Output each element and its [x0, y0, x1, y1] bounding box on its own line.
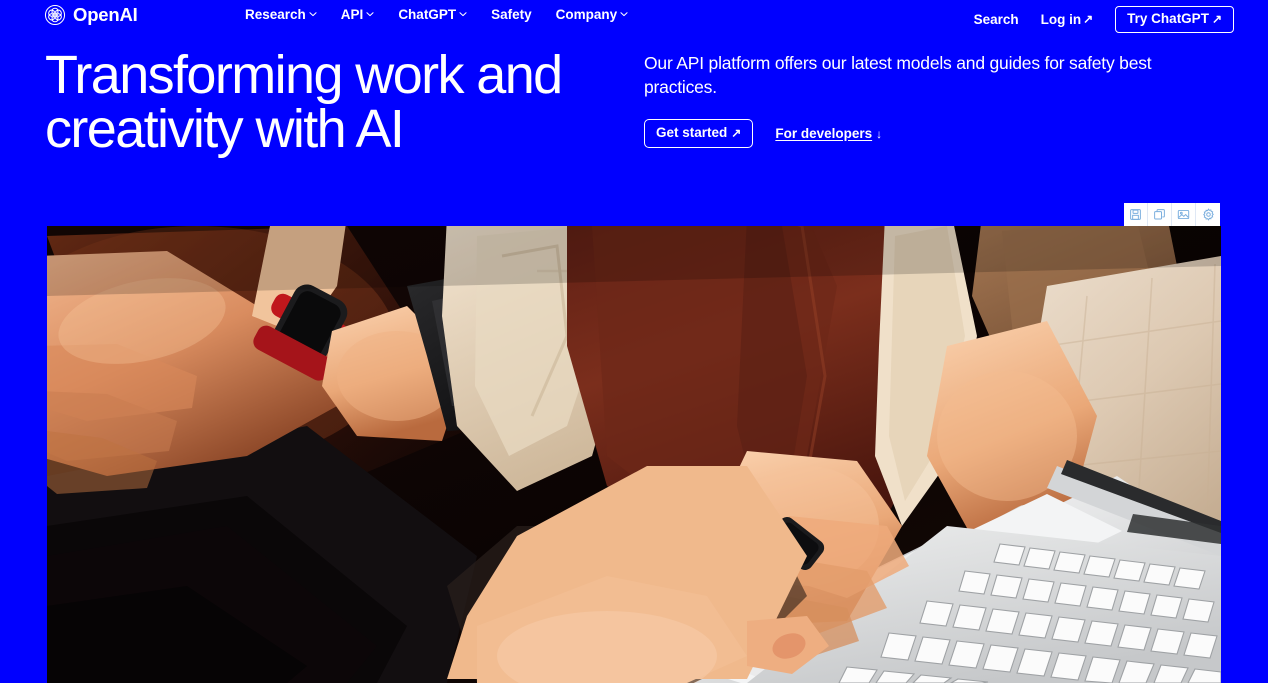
page-title: Transforming work and creativity with AI: [45, 45, 563, 159]
copy-icon[interactable]: [1148, 203, 1172, 226]
hero-description: Our API platform offers our latest model…: [644, 53, 1152, 97]
for-developers-label: For developers: [775, 125, 873, 141]
hero-image: [47, 226, 1221, 683]
try-chatgpt-button[interactable]: Try ChatGPT ↗: [1115, 6, 1234, 33]
arrow-up-right-icon: ↗: [1083, 12, 1094, 27]
brand-logo-link[interactable]: OpenAI: [44, 4, 138, 26]
brand-name-text: OpenAI: [73, 3, 138, 25]
chevron-down-icon: [620, 10, 628, 18]
chevron-down-icon: [459, 10, 467, 18]
nav-item-chatgpt-label: ChatGPT: [398, 7, 457, 22]
primary-nav-items: Research API ChatGPT Safety Company: [245, 8, 628, 22]
nav-item-safety-label: Safety: [491, 7, 532, 22]
image-icon[interactable]: [1172, 203, 1196, 226]
arrow-up-right-icon: ↗: [1211, 11, 1222, 26]
secondary-nav-items: Search Log in ↗ Try ChatGPT ↗: [974, 6, 1234, 33]
search-button[interactable]: Search: [973, 11, 1019, 27]
get-started-label: Get started: [656, 125, 728, 141]
nav-item-research[interactable]: Research: [245, 8, 317, 22]
search-label: Search: [973, 11, 1019, 27]
for-developers-link[interactable]: For developers ↓: [775, 127, 882, 141]
hero-right-column: Our API platform offers our latest model…: [644, 52, 1219, 148]
arrow-up-right-icon: ↗: [731, 126, 742, 140]
chevron-down-icon: [309, 10, 317, 18]
arrow-down-icon: ↓: [876, 126, 883, 141]
try-chatgpt-label: Try ChatGPT: [1127, 11, 1209, 26]
chevron-down-icon: [366, 10, 374, 18]
image-toolbar: [1124, 203, 1220, 226]
openai-logo-icon: [44, 4, 66, 26]
login-link[interactable]: Log in ↗: [1040, 11, 1094, 27]
nav-item-research-label: Research: [245, 7, 306, 22]
settings-gear-icon[interactable]: [1196, 203, 1220, 226]
nav-item-company-label: Company: [555, 7, 618, 22]
nav-item-company[interactable]: Company: [556, 8, 629, 22]
nav-item-api[interactable]: API: [341, 8, 375, 22]
login-label: Log in: [1040, 11, 1082, 27]
top-navigation-bar: OpenAI Research API ChatGPT Safety Compa…: [0, 0, 1268, 34]
get-started-button[interactable]: Get started ↗: [644, 119, 754, 148]
nav-item-safety[interactable]: Safety: [491, 8, 532, 22]
nav-item-api-label: API: [340, 7, 364, 22]
nav-item-chatgpt[interactable]: ChatGPT: [398, 8, 467, 22]
save-icon[interactable]: [1124, 203, 1148, 226]
hero-action-row: Get started ↗ For developers ↓: [644, 119, 1219, 148]
